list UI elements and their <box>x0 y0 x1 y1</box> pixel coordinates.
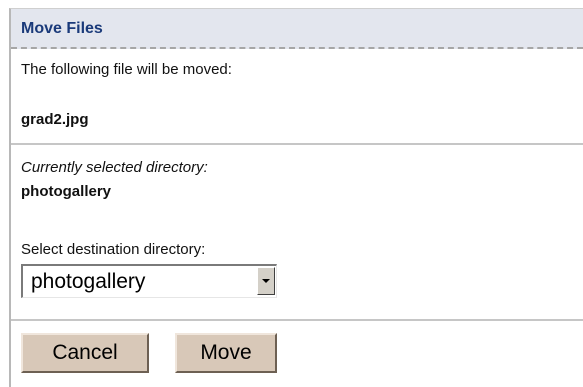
move-intro-text: The following file will be moved: <box>21 61 232 78</box>
destination-directory-label: Select destination directory: <box>21 241 206 258</box>
destination-directory-select[interactable]: photogallery <box>21 264 277 298</box>
current-directory-value: photogallery <box>21 183 112 200</box>
chevron-down-icon[interactable] <box>257 267 275 295</box>
file-info-section: The following file will be moved: grad2.… <box>11 49 583 145</box>
destination-directory-selected-value: photogallery <box>31 270 146 293</box>
move-files-panel: Move Files The following file will be mo… <box>9 8 583 387</box>
directory-section: Currently selected directory: photogalle… <box>11 145 583 321</box>
move-button[interactable]: Move <box>175 333 277 373</box>
current-directory-label: Currently selected directory: <box>21 159 208 176</box>
actions-section: Cancel Move <box>11 321 583 385</box>
panel-title: Move Files <box>11 9 583 49</box>
cancel-button[interactable]: Cancel <box>21 333 149 373</box>
file-name: grad2.jpg <box>21 111 89 128</box>
